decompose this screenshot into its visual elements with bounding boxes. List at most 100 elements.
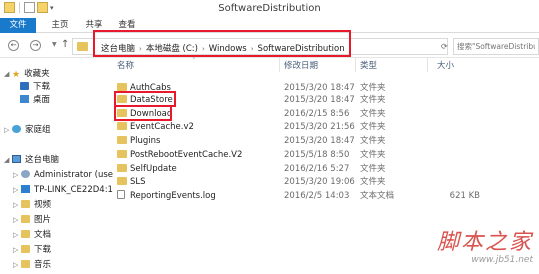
breadcrumb-softwaredistribution[interactable]: SoftwareDistribution (258, 44, 345, 54)
file-row[interactable]: ReportingEvents.log 2016/2/5 14:03 文本文档 … (107, 190, 539, 202)
expand-arrow-icon[interactable]: ▷ (13, 199, 21, 211)
column-header-size[interactable]: 大小 (437, 60, 454, 72)
search-input[interactable] (454, 39, 538, 54)
file-type: 文件夹 (360, 177, 386, 187)
folder-icon (117, 150, 127, 158)
chevron-right-icon[interactable]: › (202, 45, 205, 53)
expand-arrow-icon[interactable]: ▷ (13, 184, 21, 196)
file-type: 文件夹 (360, 95, 386, 105)
nav-item-downloads-favorite[interactable]: 下载 (20, 81, 50, 93)
column-divider[interactable] (279, 58, 280, 72)
nav-item-administrator[interactable]: ▷ Administrator (use (13, 169, 113, 181)
column-header-date[interactable]: 修改日期 (284, 60, 318, 72)
folder-icon (21, 260, 30, 268)
back-icon[interactable]: ← (8, 40, 19, 51)
nav-item-label: 音乐 (34, 260, 52, 270)
expand-arrow-icon[interactable]: ▷ (13, 244, 21, 256)
nav-item-music[interactable]: ▷ 音乐 (13, 259, 51, 271)
file-name: DataStore (130, 95, 173, 105)
nav-item-label: 下载 (34, 245, 52, 255)
chevron-right-icon[interactable]: › (139, 45, 142, 53)
file-date: 2015/3/20 21:56 (284, 122, 355, 132)
file-row[interactable]: DataStore 2015/3/20 18:47 文件夹 (107, 94, 539, 106)
nav-item-label: 视频 (34, 200, 52, 210)
watermark-logo: 脚本之家 (436, 230, 533, 255)
breadcrumb-windows[interactable]: Windows (209, 44, 247, 54)
nav-item-network-drive[interactable]: ▷ TP-LINK_CE22D4:1 (13, 184, 113, 196)
refresh-icon[interactable]: ⟳ (441, 42, 448, 51)
folder-icon (117, 136, 127, 144)
file-name: SLS (130, 177, 146, 187)
file-date: 2016/2/15 8:56 (284, 109, 350, 119)
tab-share[interactable]: 共享 (80, 18, 108, 33)
nav-item-pictures[interactable]: ▷ 图片 (13, 214, 51, 226)
search-box[interactable] (453, 38, 539, 55)
file-name: EventCache.v2 (130, 122, 194, 132)
user-icon (21, 170, 30, 178)
tab-file[interactable]: 文件 (0, 18, 36, 33)
expand-arrow-icon[interactable]: ▷ (13, 169, 21, 181)
file-row[interactable]: EventCache.v2 2015/3/20 21:56 文件夹 (107, 121, 539, 133)
recent-locations-chevron-icon[interactable]: ▼ (52, 41, 57, 48)
forward-icon[interactable]: → (30, 40, 41, 51)
breadcrumb: 这台电脑 › 本地磁盘 (C:) › Windows › SoftwareDistribut… (101, 42, 345, 54)
file-row[interactable]: Download 2016/2/15 8:56 文件夹 (107, 108, 539, 120)
expand-arrow-icon[interactable]: ▷ (13, 214, 21, 226)
nav-item-this-pc[interactable]: ◢ 这台电脑 (4, 154, 59, 166)
file-type: 文件夹 (360, 109, 386, 119)
nav-item-videos[interactable]: ▷ 视频 (13, 199, 51, 211)
folder-icon (77, 42, 88, 51)
nav-item-documents[interactable]: ▷ 文档 (13, 229, 51, 241)
tab-home[interactable]: 主页 (46, 18, 74, 33)
expand-arrow-icon[interactable]: ▷ (13, 229, 21, 241)
folder-icon (117, 122, 127, 130)
star-icon: ★ (12, 70, 21, 80)
file-row[interactable]: PostRebootEventCache.V2 2015/5/18 8:50 文… (107, 149, 539, 161)
file-type: 文件夹 (360, 164, 386, 174)
expand-arrow-icon[interactable]: ▷ (4, 124, 12, 136)
nav-item-label: 桌面 (33, 95, 51, 105)
network-drive-icon (21, 185, 30, 193)
file-date: 2016/2/5 14:03 (284, 191, 350, 201)
column-header-name[interactable]: 名称 (117, 60, 134, 72)
file-date: 2015/3/20 19:06 (284, 177, 355, 187)
address-bar[interactable]: 这台电脑 › 本地磁盘 (C:) › Windows › SoftwareDistribut… (72, 38, 448, 55)
up-arrow-icon[interactable]: ↑ (61, 39, 69, 50)
file-type: 文件夹 (360, 83, 386, 93)
chevron-right-icon[interactable]: › (251, 45, 254, 53)
file-type: 文件夹 (360, 136, 386, 146)
nav-item-favorites[interactable]: ◢ ★ 收藏夹 (4, 68, 50, 80)
computer-icon (12, 155, 21, 163)
nav-item-homegroup[interactable]: ▷ 家庭组 (4, 124, 51, 136)
breadcrumb-local-disk[interactable]: 本地磁盘 (C:) (146, 44, 198, 54)
expand-arrow-icon[interactable]: ▷ (13, 259, 21, 271)
nav-item-desktop[interactable]: 桌面 (20, 94, 50, 106)
file-date: 2015/3/20 18:47 (284, 136, 355, 146)
column-divider[interactable] (355, 58, 356, 72)
expand-arrow-icon[interactable]: ◢ (4, 68, 12, 80)
file-row[interactable]: AuthCabs 2015/3/20 18:47 文件夹 (107, 82, 539, 94)
tab-view[interactable]: 查看 (113, 18, 141, 33)
folder-icon (21, 245, 30, 253)
column-divider[interactable] (427, 58, 428, 72)
file-row[interactable]: SLS 2015/3/20 19:06 文件夹 (107, 176, 539, 188)
download-folder-icon (20, 82, 29, 90)
file-row[interactable]: SelfUpdate 2016/2/16 5:27 文件夹 (107, 163, 539, 175)
nav-item-label: 下载 (33, 82, 51, 92)
folder-icon (117, 109, 127, 117)
file-date: 2015/3/20 18:47 (284, 83, 355, 93)
folder-icon (21, 230, 30, 238)
sort-arrow-icon: ˄ (192, 57, 196, 65)
column-header-type[interactable]: 类型 (360, 60, 377, 72)
expand-arrow-icon[interactable]: ◢ (4, 154, 12, 166)
title-bar: ▾ SoftwareDistribution (0, 0, 539, 18)
watermark: 脚本之家 www.jb51.net (434, 222, 539, 274)
file-row[interactable]: Plugins 2015/3/20 18:47 文件夹 (107, 135, 539, 147)
nav-item-downloads[interactable]: ▷ 下载 (13, 244, 51, 256)
nav-item-label: Administrator (use (34, 170, 114, 180)
folder-icon (117, 95, 127, 103)
breadcrumb-this-pc[interactable]: 这台电脑 (101, 44, 135, 54)
file-name: Plugins (130, 136, 161, 146)
navigation-bar: ← → ▼ ↑ 这台电脑 › 本地磁盘 (C:) › Windows › SoftwareD… (0, 34, 539, 58)
folder-icon (117, 177, 127, 185)
